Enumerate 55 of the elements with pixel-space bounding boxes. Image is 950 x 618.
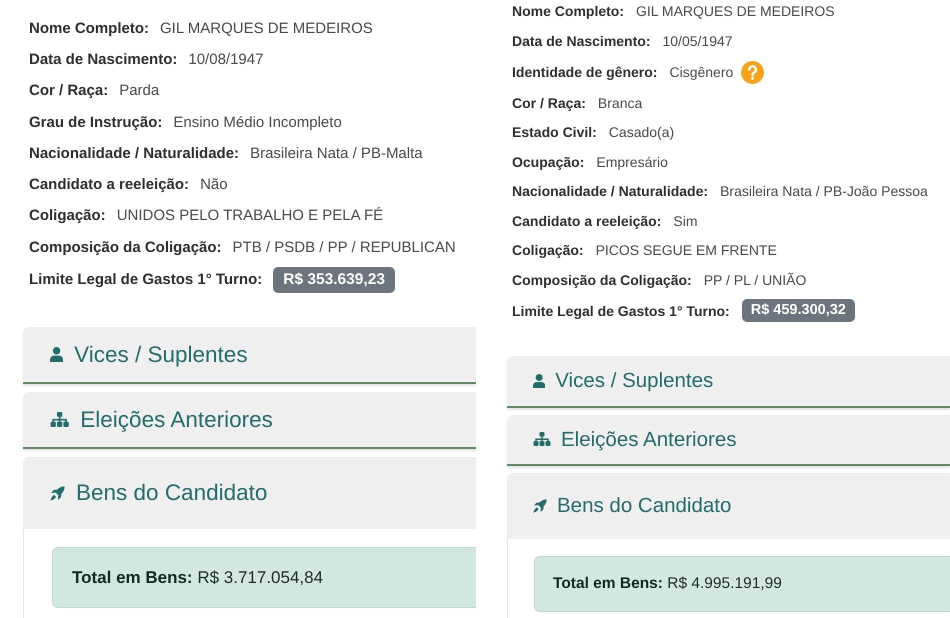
help-icon[interactable]: [741, 60, 764, 84]
field-label: Nacionalidade / Naturalidade:: [29, 144, 240, 163]
field-value: Parda: [119, 82, 160, 100]
field-value: Brasileira Nata / PB-Malta: [250, 144, 423, 163]
field-label: Data de Nascimento:: [512, 32, 650, 50]
field-label: Candidato a reeleição:: [512, 212, 662, 230]
field-value: Branca: [598, 94, 642, 112]
field-label: Nome Completo:: [512, 3, 624, 20]
field-label: Grau de Instrução:: [29, 114, 162, 132]
field-label: Composição da Coligação:: [29, 238, 222, 257]
field-value: 10/08/1947: [188, 50, 264, 69]
spending-limit-badge: R$ 459.300,32: [742, 298, 855, 322]
rocket-icon: [533, 498, 547, 513]
assets-total-alert: Total em Bens: R$ 3.717.054,84: [52, 547, 476, 608]
field-value: GIL MARQUES DE MEDEIROS: [636, 3, 835, 20]
field-label: Limite Legal de Gastos 1° Turno:: [29, 271, 262, 288]
field-label: Estado Civil:: [512, 124, 597, 142]
rocket-icon: [50, 486, 65, 501]
sitemap-icon: [50, 412, 70, 428]
accordion-header[interactable]: Eleições Anteriores: [507, 414, 950, 466]
accordion-header[interactable]: Vices / Suplentes: [23, 327, 476, 384]
field-label: Cor / Raça:: [512, 94, 586, 112]
field-label: Coligação:: [512, 242, 584, 260]
field-value: Não: [200, 176, 228, 194]
field-label: Composição da Coligação:: [512, 272, 692, 289]
spending-limit-badge: R$ 353.639,23: [273, 266, 395, 294]
field-label: Cor / Raça:: [29, 82, 108, 100]
sitemap-icon: [533, 432, 551, 446]
field-value: Empresário: [596, 154, 668, 171]
person-icon: [50, 347, 64, 362]
field-value: UNIDOS PELO TRABALHO E PELA FÉ: [116, 207, 384, 226]
field-value: PTB / PSDB / PP / REPUBLICAN: [232, 238, 456, 257]
assets-total-alert: Total em Bens: R$ 4.995.191,99: [534, 556, 950, 612]
field-value: GIL MARQUES DE MEDEIROS: [160, 20, 373, 38]
accordion-header[interactable]: Bens do Candidato: [23, 457, 476, 529]
field-label: Data de Nascimento:: [29, 50, 178, 69]
field-value: Cisgênero: [669, 64, 734, 81]
field-value: PICOS SEGUE EM FRENTE: [596, 242, 777, 260]
field-value: Casado(a): [608, 124, 674, 142]
field-label: Coligação:: [29, 207, 106, 226]
field-value: Sim: [673, 212, 698, 230]
field-label: Candidato a reeleição:: [29, 176, 190, 194]
accordion-header[interactable]: Eleições Anteriores: [23, 392, 476, 450]
field-value: Ensino Médio Incompleto: [173, 114, 342, 132]
field-label: Nome Completo:: [29, 20, 149, 38]
field-label: Ocupação:: [512, 154, 584, 171]
field-label: Limite Legal de Gastos 1° Turno:: [512, 302, 730, 318]
field-label: Nacionalidade / Naturalidade:: [512, 183, 708, 200]
field-label: Identidade de gênero:: [512, 64, 658, 81]
accordion-header[interactable]: Bens do Candidato: [507, 473, 950, 539]
accordion-header[interactable]: Vices / Suplentes: [507, 356, 950, 408]
person-icon: [533, 374, 546, 388]
field-value: PP / PL / UNIÃO: [704, 272, 806, 289]
field-value: Brasileira Nata / PB-João Pessoa: [720, 183, 928, 200]
field-value: 10/05/1947: [662, 32, 733, 50]
